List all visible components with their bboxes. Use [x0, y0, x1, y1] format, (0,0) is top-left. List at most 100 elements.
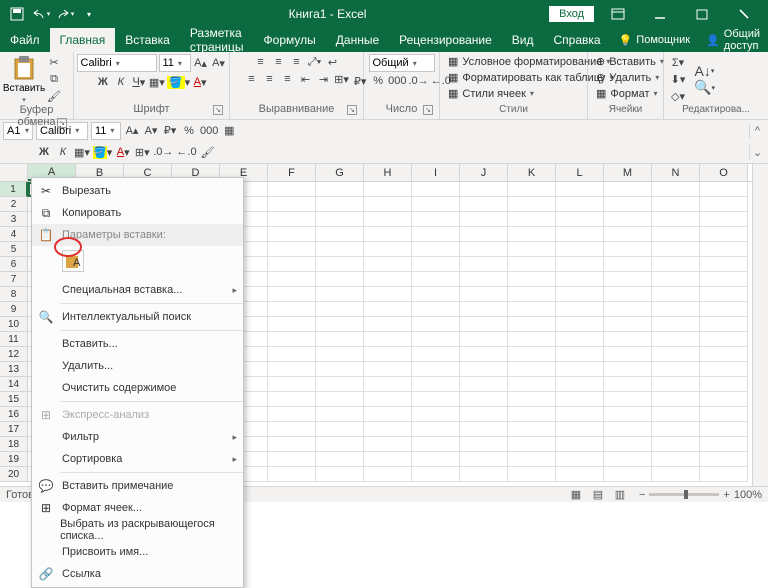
- column-header[interactable]: H: [364, 164, 412, 181]
- cell[interactable]: [460, 377, 508, 392]
- row-header[interactable]: 9: [0, 302, 28, 317]
- zoom-in-icon[interactable]: +: [723, 489, 729, 501]
- cell[interactable]: [700, 272, 748, 287]
- wrap-text-icon[interactable]: ↩: [325, 54, 341, 70]
- row-header[interactable]: 19: [0, 452, 28, 467]
- cell[interactable]: [556, 407, 604, 422]
- orientation-icon[interactable]: ⤢▾: [307, 54, 323, 70]
- row-header[interactable]: 8: [0, 287, 28, 302]
- tab-review[interactable]: Рецензирование: [389, 28, 502, 52]
- cell[interactable]: [268, 437, 316, 452]
- cell[interactable]: [508, 227, 556, 242]
- comma-icon[interactable]: 000: [388, 73, 406, 89]
- cell[interactable]: [556, 242, 604, 257]
- cell[interactable]: [460, 392, 508, 407]
- cell[interactable]: [556, 302, 604, 317]
- font-name-combo[interactable]: Calibri▾: [77, 54, 157, 72]
- row-header[interactable]: 10: [0, 317, 28, 332]
- zoom-level[interactable]: 100%: [734, 489, 762, 501]
- cell[interactable]: [412, 272, 460, 287]
- cell[interactable]: [700, 212, 748, 227]
- cell[interactable]: [604, 317, 652, 332]
- cell[interactable]: [556, 272, 604, 287]
- cell[interactable]: [268, 287, 316, 302]
- close-icon[interactable]: [726, 0, 762, 28]
- cell[interactable]: [604, 227, 652, 242]
- cell[interactable]: [508, 437, 556, 452]
- cell[interactable]: [604, 332, 652, 347]
- cell[interactable]: [508, 212, 556, 227]
- row-header[interactable]: 20: [0, 467, 28, 482]
- row-header[interactable]: 2: [0, 197, 28, 212]
- cell[interactable]: [652, 182, 700, 197]
- find-select-icon[interactable]: 🔍▾: [694, 80, 715, 96]
- cell[interactable]: [508, 332, 556, 347]
- cell[interactable]: [652, 467, 700, 482]
- cell[interactable]: [316, 302, 364, 317]
- cell[interactable]: [364, 377, 412, 392]
- ctx-insert-comment[interactable]: 💬Вставить примечание: [32, 475, 243, 497]
- cell[interactable]: [412, 242, 460, 257]
- cell[interactable]: [556, 317, 604, 332]
- ctx-hyperlink[interactable]: 🔗Ссылка: [32, 563, 243, 585]
- cell[interactable]: [412, 452, 460, 467]
- cell[interactable]: [268, 452, 316, 467]
- clear-icon[interactable]: ◇▾: [670, 88, 686, 104]
- cell[interactable]: [652, 302, 700, 317]
- cell[interactable]: [700, 347, 748, 362]
- cell[interactable]: [508, 347, 556, 362]
- mini-fill-icon[interactable]: 🪣▾: [93, 144, 112, 160]
- ctx-pick-from-list[interactable]: Выбрать из раскрывающегося списка...: [32, 519, 243, 541]
- cell[interactable]: [460, 422, 508, 437]
- cell[interactable]: [508, 257, 556, 272]
- mini-size-combo[interactable]: 11▾: [91, 122, 121, 140]
- tab-insert[interactable]: Вставка: [115, 28, 180, 52]
- cell[interactable]: [412, 467, 460, 482]
- cell[interactable]: [556, 467, 604, 482]
- cell[interactable]: [316, 452, 364, 467]
- cell[interactable]: [652, 362, 700, 377]
- ribbon-options-icon[interactable]: [600, 0, 636, 28]
- cell[interactable]: [412, 437, 460, 452]
- cell[interactable]: [508, 197, 556, 212]
- font-size-combo[interactable]: 11▾: [159, 54, 191, 72]
- cell[interactable]: [364, 182, 412, 197]
- cell[interactable]: [700, 302, 748, 317]
- page-break-view-icon[interactable]: ▥: [610, 488, 630, 502]
- cell[interactable]: [700, 437, 748, 452]
- cell[interactable]: [364, 332, 412, 347]
- cell[interactable]: [700, 362, 748, 377]
- fill-icon[interactable]: ⬇▾: [670, 71, 686, 87]
- cell[interactable]: [316, 407, 364, 422]
- align-left-icon[interactable]: ≡: [244, 71, 260, 87]
- cell[interactable]: [556, 257, 604, 272]
- cell[interactable]: [700, 332, 748, 347]
- cell[interactable]: [268, 422, 316, 437]
- mini-decimal-dec-icon[interactable]: ←.0: [176, 144, 196, 160]
- row-header[interactable]: 5: [0, 242, 28, 257]
- tab-file[interactable]: Файл: [0, 28, 50, 52]
- cell[interactable]: [412, 317, 460, 332]
- cell[interactable]: [652, 437, 700, 452]
- cell[interactable]: [700, 392, 748, 407]
- indent-inc-icon[interactable]: ⇥: [316, 71, 332, 87]
- cell[interactable]: [556, 452, 604, 467]
- cell[interactable]: [700, 377, 748, 392]
- mini-currency-icon[interactable]: ₽▾: [162, 123, 178, 139]
- mini-border-icon[interactable]: ▦▾: [74, 144, 90, 160]
- cell[interactable]: [556, 197, 604, 212]
- cell[interactable]: [268, 227, 316, 242]
- cell[interactable]: [316, 422, 364, 437]
- cell[interactable]: [316, 242, 364, 257]
- column-header[interactable]: G: [316, 164, 364, 181]
- cell[interactable]: [556, 437, 604, 452]
- cell[interactable]: [268, 317, 316, 332]
- cell[interactable]: [364, 452, 412, 467]
- inc-decimal-icon[interactable]: .0→: [409, 73, 429, 89]
- mini-bold-button[interactable]: Ж: [36, 144, 52, 160]
- underline-button[interactable]: Ч▾: [131, 74, 147, 90]
- ctx-insert[interactable]: Вставить...: [32, 333, 243, 355]
- cell[interactable]: [412, 212, 460, 227]
- cell[interactable]: [460, 182, 508, 197]
- shrink-font-icon[interactable]: A▾: [211, 55, 227, 71]
